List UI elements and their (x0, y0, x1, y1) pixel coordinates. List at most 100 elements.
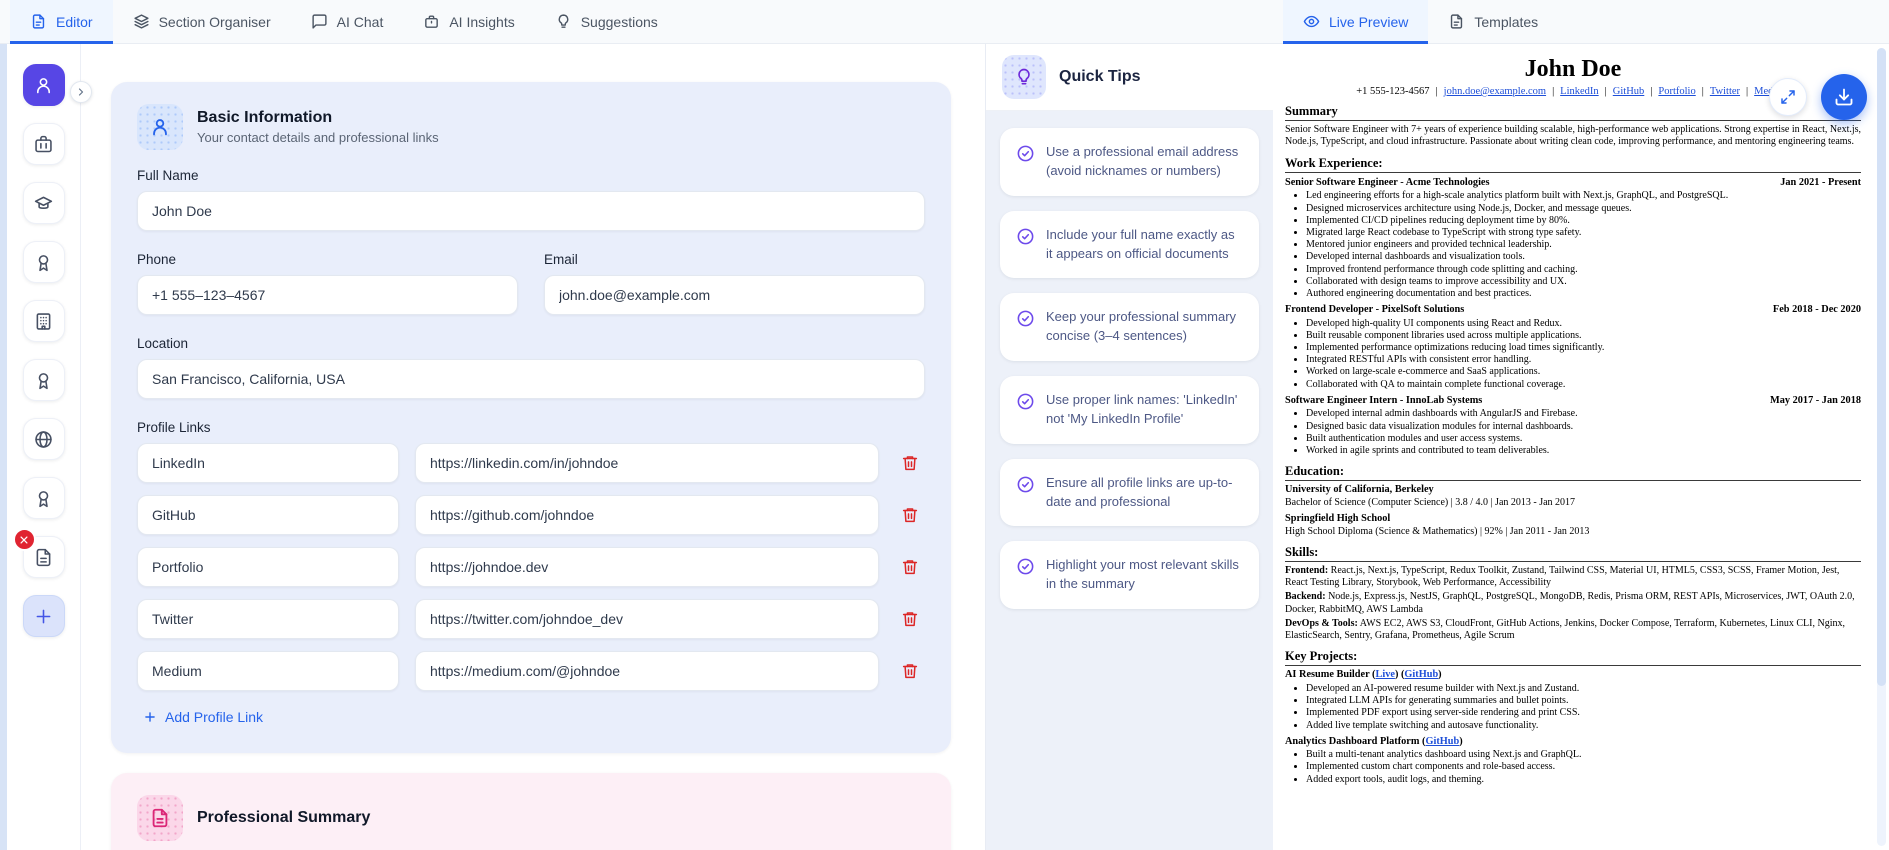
tab-live-preview[interactable]: Live Preview (1283, 0, 1429, 44)
sidebar-item-award-2[interactable] (22, 359, 65, 401)
sidebar-expand-button[interactable] (70, 81, 92, 103)
job-bullet: Mentored junior engineers and provided t… (1306, 239, 1861, 251)
job-header: Software Engineer Intern - InnoLab Syste… (1285, 395, 1861, 408)
quick-tips-title: Quick Tips (1059, 68, 1141, 85)
tip-text: Use a professional email address (avoid … (1046, 144, 1239, 178)
tab-section-organiser[interactable]: Section Organiser (113, 0, 291, 43)
quick-tips-list: Use a professional email address (avoid … (986, 111, 1273, 626)
tip-card: Ensure all profile links are up-to-date … (1000, 458, 1259, 527)
job-bullet: Developed high-quality UI components usi… (1306, 318, 1861, 330)
eye-icon (1303, 15, 1320, 28)
email-group: Email (544, 252, 925, 315)
email-input[interactable] (544, 275, 925, 315)
work-experience-heading: Work Experience: (1285, 156, 1861, 173)
resume-contact-link[interactable]: Twitter (1710, 86, 1740, 97)
user-icon (153, 119, 167, 136)
skill-line: DevOps & Tools: AWS EC2, AWS S3, CloudFr… (1285, 618, 1861, 642)
delete-link-button[interactable] (895, 506, 925, 524)
sidebar-item-building[interactable] (22, 300, 65, 342)
profile-link-row (137, 599, 925, 639)
project-link[interactable]: Live (1376, 669, 1395, 680)
job-bullets: Developed high-quality UI components usi… (1285, 318, 1861, 391)
full-name-group: Full Name (137, 168, 925, 231)
job-dates: Jan 2021 - Present (1780, 176, 1861, 188)
sidebar-item-user[interactable] (22, 64, 65, 106)
project-link[interactable]: GitHub (1404, 669, 1438, 680)
fullscreen-button[interactable] (1769, 78, 1807, 116)
profile-link-name-input[interactable] (137, 443, 399, 483)
profile-link-name-input[interactable] (137, 547, 399, 587)
delete-link-button[interactable] (895, 558, 925, 576)
professional-summary-card: Professional Summary (111, 773, 951, 850)
tab-suggestions[interactable]: Suggestions (535, 0, 678, 43)
preview-scrollbar[interactable] (1877, 48, 1886, 846)
profile-link-name-input[interactable] (137, 651, 399, 691)
document-chip (137, 795, 183, 841)
resume-contact-link[interactable]: GitHub (1613, 86, 1645, 97)
card-header: Professional Summary (137, 795, 925, 841)
job-bullet: Collaborated with QA to maintain complet… (1306, 379, 1861, 391)
tab-editor[interactable]: Editor (10, 0, 113, 44)
profile-link-url-input[interactable] (415, 547, 879, 587)
job-bullets: Developed internal admin dashboards with… (1285, 408, 1861, 457)
sidebar-item-award-1[interactable] (22, 241, 65, 283)
education-entry: Springfield High School High School Dipl… (1285, 513, 1861, 538)
sidebar-item-document[interactable] (12, 528, 65, 578)
quick-tips-panel: Quick Tips Use a professional email addr… (985, 44, 1273, 850)
project-title: Analytics Dashboard Platform (1285, 735, 1420, 747)
graduation-cap-icon (34, 196, 53, 209)
job-bullet: Implemented CI/CD pipelines reducing dep… (1306, 215, 1861, 227)
sidebar-item-award-3[interactable] (22, 477, 65, 519)
delete-link-button[interactable] (895, 454, 925, 472)
x-icon (20, 535, 28, 544)
building-icon (36, 312, 51, 330)
award-icon (38, 490, 49, 507)
add-profile-link-button[interactable]: Add Profile Link (137, 708, 269, 726)
profile-link-url-input[interactable] (415, 651, 879, 691)
resume-contact-link[interactable]: john.doe@example.com (1444, 86, 1546, 97)
resume-body: Summary Senior Software Engineer with 7+… (1285, 104, 1861, 786)
job-bullet: Built reusable component libraries used … (1306, 330, 1861, 342)
resume-contact-link[interactable]: LinkedIn (1560, 86, 1599, 97)
separator: | (1701, 86, 1704, 97)
sidebar-item-globe[interactable] (22, 418, 65, 460)
profile-link-url-input[interactable] (415, 495, 879, 535)
delete-link-button[interactable] (895, 610, 925, 628)
degree-details: Bachelor of Science (Computer Science) |… (1285, 496, 1576, 508)
tab-ai-chat[interactable]: AI Chat (291, 0, 404, 43)
file-text-icon (152, 808, 168, 828)
profile-link-name-input[interactable] (137, 495, 399, 535)
profile-link-url-input[interactable] (415, 599, 879, 639)
preview-scrollbar-thumb[interactable] (1877, 48, 1886, 687)
resume-contact-link[interactable]: Portfolio (1658, 86, 1695, 97)
file-text-icon (36, 548, 51, 566)
location-input[interactable] (137, 359, 925, 399)
tip-card: Keep your professional summary concise (… (1000, 293, 1259, 362)
download-button[interactable] (1821, 74, 1867, 120)
tab-ai-insights[interactable]: AI Insights (403, 0, 534, 43)
profile-link-url-input[interactable] (415, 443, 879, 483)
download-icon (1835, 88, 1853, 106)
tab-label: AI Insights (449, 13, 515, 30)
job-bullet: Led engineering efforts for a high-scale… (1306, 190, 1861, 202)
profile-link-name-input[interactable] (137, 599, 399, 639)
layers-icon (133, 14, 149, 29)
profile-links-label: Profile Links (137, 420, 211, 435)
delete-link-button[interactable] (895, 662, 925, 680)
quick-tips-header: Quick Tips (986, 44, 1273, 111)
plus-icon (145, 712, 155, 722)
lightbulb-icon (1018, 68, 1030, 85)
full-name-input[interactable] (137, 191, 925, 231)
add-section-button[interactable] (22, 595, 65, 637)
project-title: AI Resume Builder (1285, 669, 1370, 681)
tab-templates[interactable]: Templates (1428, 0, 1558, 43)
tip-card: Highlight your most relevant skills in t… (1000, 541, 1259, 610)
phone-input[interactable] (137, 275, 518, 315)
project-link[interactable]: GitHub (1425, 736, 1459, 747)
job-bullet: Built authentication modules and user ac… (1306, 433, 1861, 445)
sidebar-item-briefcase[interactable] (22, 123, 65, 165)
check-circle-icon (1017, 228, 1034, 245)
project-bullet: Added export tools, audit logs, and them… (1306, 774, 1861, 786)
sidebar-item-education[interactable] (22, 182, 65, 224)
resume-job: Frontend Developer - PixelSoft Solutions… (1285, 304, 1861, 391)
